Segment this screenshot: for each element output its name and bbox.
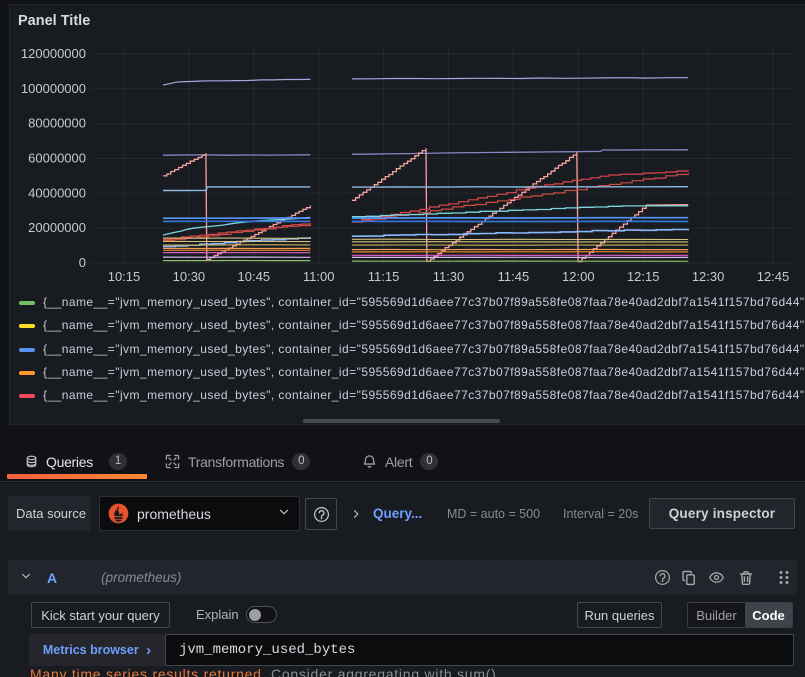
svg-text:80000000: 80000000 [28, 116, 86, 131]
svg-text:10:30: 10:30 [173, 269, 206, 284]
svg-text:12:15: 12:15 [627, 269, 660, 284]
svg-text:10:15: 10:15 [108, 269, 141, 284]
svg-text:0: 0 [79, 255, 86, 270]
svg-text:12:30: 12:30 [692, 269, 725, 284]
svg-text:12:00: 12:00 [562, 269, 595, 284]
svg-text:12:45: 12:45 [757, 269, 790, 284]
svg-text:20000000: 20000000 [28, 220, 86, 235]
svg-text:11:30: 11:30 [433, 269, 465, 284]
svg-text:60000000: 60000000 [28, 151, 86, 166]
svg-text:11:00: 11:00 [303, 269, 335, 284]
svg-text:10:45: 10:45 [238, 269, 271, 284]
svg-text:11:45: 11:45 [498, 269, 530, 284]
svg-text:120000000: 120000000 [21, 46, 86, 61]
svg-text:100000000: 100000000 [21, 81, 86, 96]
svg-text:11:15: 11:15 [368, 269, 400, 284]
svg-text:40000000: 40000000 [28, 185, 86, 200]
